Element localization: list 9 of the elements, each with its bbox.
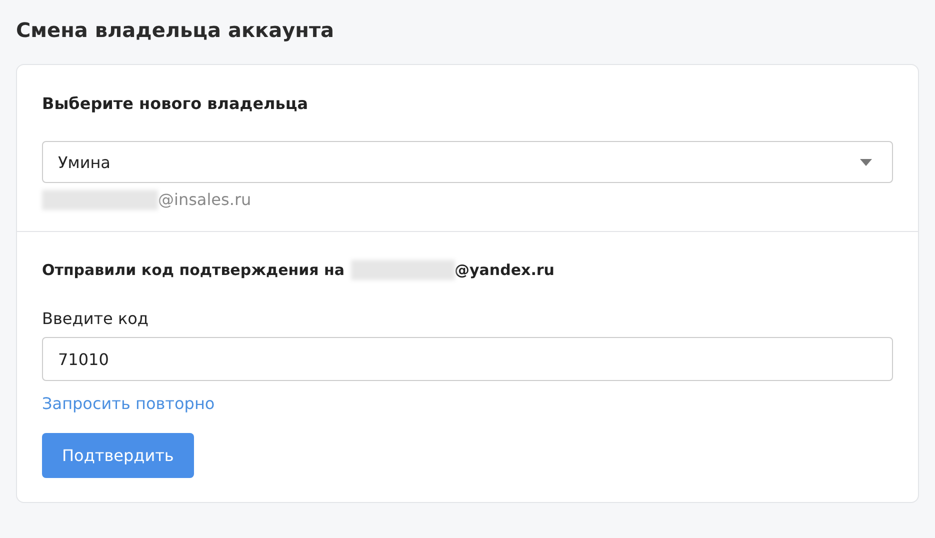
field-label: Введите код	[42, 308, 150, 330]
email-domain: @insales.ru	[158, 189, 252, 211]
email-domain: @yandex.ru	[454, 260, 554, 281]
owner-select[interactable]: Умина	[42, 141, 893, 183]
page-title: Смена владельца аккаунта	[16, 17, 336, 44]
caret-icon	[860, 158, 872, 166]
section-heading: Выберите нового владельца	[42, 93, 310, 115]
code-input-field[interactable]: 71010	[42, 337, 893, 381]
sent-text: Отправили код подтверждения на	[42, 260, 345, 281]
